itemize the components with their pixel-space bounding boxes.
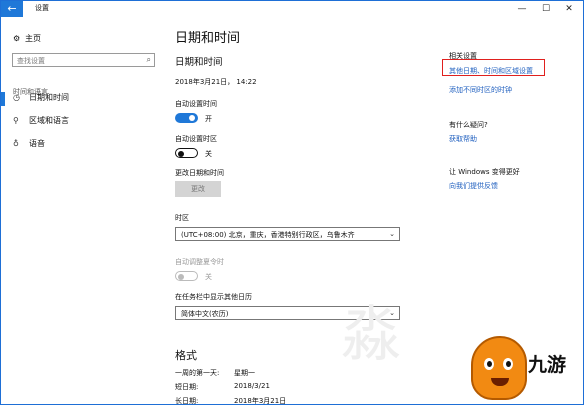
calendar-label: 在任务栏中显示其他日历 xyxy=(175,293,252,301)
sidebar-item-label: 区域和语言 xyxy=(29,116,69,125)
sidebar-item-speech[interactable]: ♁ 语音 xyxy=(13,138,45,149)
home-label: 主页 xyxy=(25,34,41,43)
format-label: 一周的第一天: xyxy=(175,369,220,377)
pupil xyxy=(487,361,492,367)
sidebar-item-date-time[interactable]: ◷ 日期和时间 xyxy=(13,92,69,103)
auto-time-state: 开 xyxy=(205,115,212,123)
search-icon: ⌕ xyxy=(146,55,151,64)
timezone-value: (UTC+08:00) 北京，重庆，香港特别行政区，乌鲁木齐 xyxy=(181,231,355,239)
current-datetime: 2018年3月21日， 14:22 xyxy=(175,78,257,86)
auto-time-toggle[interactable] xyxy=(175,113,198,123)
timezone-label: 时区 xyxy=(175,214,189,222)
dst-toggle[interactable] xyxy=(175,271,198,281)
change-datetime-label: 更改日期和时间 xyxy=(175,169,224,177)
pupil xyxy=(506,361,511,367)
dst-state: 关 xyxy=(205,273,212,281)
sidebar-item-label: 日期和时间 xyxy=(29,93,69,102)
feedback-heading: 让 Windows 变得更好 xyxy=(449,168,520,176)
highlight-box xyxy=(442,59,545,76)
search-input[interactable]: 查找设置 ⌕ xyxy=(12,53,155,67)
mouth xyxy=(491,378,509,386)
format-value: 2018/3/21 xyxy=(234,382,270,390)
formats-title: 格式 xyxy=(175,349,197,362)
chevron-down-icon: ⌄ xyxy=(389,230,395,238)
eye xyxy=(503,358,513,370)
format-row: 长日期: 2018年3月21日 xyxy=(175,396,286,405)
question-heading: 有什么疑问? xyxy=(449,121,488,129)
auto-timezone-state: 关 xyxy=(205,150,212,158)
format-label: 短日期: xyxy=(175,383,199,391)
format-row: 短日期: 2018/3/21 xyxy=(175,382,270,392)
get-help-link[interactable]: 获取帮助 xyxy=(449,134,477,144)
logo-text: 九游 xyxy=(528,354,567,376)
search-placeholder: 查找设置 xyxy=(17,57,45,65)
format-value: 星期一 xyxy=(234,369,255,377)
back-arrow-icon: ← xyxy=(7,2,17,15)
sidebar-item-label: 语音 xyxy=(29,139,45,148)
active-indicator xyxy=(1,92,5,106)
home-nav[interactable]: ⚙ 主页 xyxy=(13,33,41,44)
add-clocks-link[interactable]: 添加不同时区的时钟 xyxy=(449,85,512,95)
format-row: 一周的第一天: 星期一 xyxy=(175,368,255,378)
format-label: 长日期: xyxy=(175,397,199,405)
microphone-icon: ♁ xyxy=(13,139,19,148)
minimize-button[interactable]: — xyxy=(511,1,533,17)
timezone-select[interactable]: (UTC+08:00) 北京，重庆，香港特别行政区，乌鲁木齐 ⌄ xyxy=(175,227,400,241)
eye xyxy=(484,358,494,370)
window-title: 设置 xyxy=(35,4,49,12)
auto-timezone-label: 自动设置时区 xyxy=(175,135,217,143)
clock-icon: ◷ xyxy=(13,93,20,102)
close-button[interactable]: ✕ xyxy=(558,1,580,17)
toggle-knob xyxy=(178,150,184,157)
calendar-value: 简体中文(农历) xyxy=(181,310,229,318)
toggle-knob xyxy=(189,115,195,121)
section-title: 日期和时间 xyxy=(175,57,223,68)
auto-time-label: 自动设置时间 xyxy=(175,100,217,108)
gear-icon: ⚙ xyxy=(13,34,21,43)
sidebar-item-region-language[interactable]: ⚲ 区域和语言 xyxy=(13,115,69,126)
maximize-button[interactable]: ☐ xyxy=(535,1,557,17)
region-language-icon: ⚲ xyxy=(13,116,19,125)
page-title: 日期和时间 xyxy=(175,31,241,46)
mascot-icon xyxy=(471,336,527,400)
calligraphy-watermark: 淼 xyxy=(341,300,401,370)
settings-window: ← 设置 — ☐ ✕ ⚙ 主页 查找设置 ⌕ 时间和语言 ◷ 日期和时间 ⚲ 区域和语… xyxy=(0,0,584,405)
sidebar: ⚙ 主页 查找设置 ⌕ 时间和语言 xyxy=(1,17,161,404)
back-button[interactable]: ← xyxy=(1,1,23,17)
auto-timezone-toggle[interactable] xyxy=(175,148,198,158)
change-button[interactable]: 更改 xyxy=(175,181,221,197)
title-bar: ← 设置 — ☐ ✕ xyxy=(1,1,583,17)
feedback-link[interactable]: 向我们提供反馈 xyxy=(449,181,498,191)
format-value: 2018年3月21日 xyxy=(234,397,287,405)
toggle-knob xyxy=(178,273,184,280)
site-logo: 九游 xyxy=(463,336,583,404)
dst-label: 自动调整夏令时 xyxy=(175,258,224,266)
